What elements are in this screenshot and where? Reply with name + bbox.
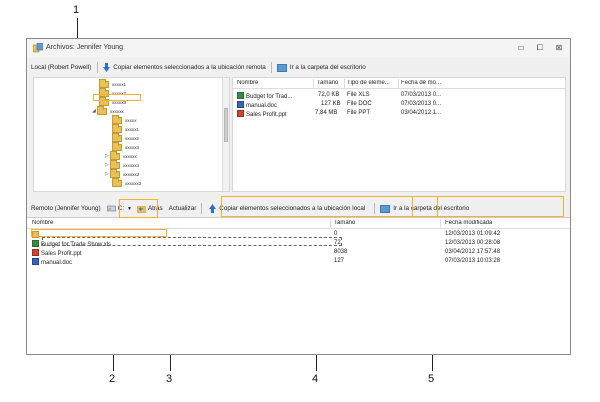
col-size[interactable]: Tamaño [334, 220, 355, 226]
xls-file-icon [32, 240, 39, 247]
callout-1: 1 [73, 4, 80, 16]
tree-scrollbar[interactable] [222, 78, 229, 191]
close-button[interactable]: ⊠ [554, 43, 564, 52]
copy-to-remote-label: Copiar elementos seleccionados a la ubic… [113, 64, 266, 71]
tree-item[interactable]: ◢ xxxxxx [92, 105, 124, 115]
arrow-up-icon [209, 204, 217, 213]
highlight-drive-selector [119, 199, 158, 218]
folder-icon [110, 159, 120, 169]
folder-icon [112, 114, 122, 124]
folder-icon [112, 141, 122, 151]
maximize-button[interactable]: ⧠ [535, 43, 545, 52]
arrow-down-icon [103, 63, 111, 72]
folder-icon [112, 132, 122, 142]
selected-row-focus [42, 237, 342, 246]
col-separator[interactable] [440, 219, 441, 228]
xls-file-icon [237, 92, 244, 99]
list-item[interactable]: manual.doc 127 07/03/2013 10:03:28 [27, 258, 570, 266]
col-separator[interactable] [398, 79, 399, 88]
col-date[interactable]: Fecha de mo... [401, 80, 441, 86]
highlight-copy-to-local [221, 196, 438, 217]
col-name[interactable]: Nombre [237, 80, 258, 86]
col-size[interactable]: Tamaño [317, 80, 338, 86]
doc-file-icon [32, 258, 39, 265]
highlight-parent-folder-row [31, 229, 167, 237]
tree-scroll-thumb[interactable] [224, 108, 228, 142]
local-list-header: Nombre Tamaño Tipo de eleme... Fecha de … [233, 78, 565, 89]
col-separator[interactable] [344, 79, 345, 88]
folder-open-icon [97, 105, 107, 115]
ppt-file-icon [237, 110, 244, 117]
list-item[interactable]: Budget for Trad... 72,0 KB File XLS 07/0… [233, 92, 565, 100]
window-title: Archivos: Jennifer Young [46, 44, 124, 51]
minimize-button[interactable]: ▭ [516, 43, 526, 52]
col-modified[interactable]: Fecha modificada [445, 220, 492, 226]
local-file-list[interactable]: Nombre Tamaño Tipo de eleme... Fecha de … [232, 77, 566, 192]
highlight-local-tree-item [93, 94, 141, 101]
callout-4: 4 [312, 373, 319, 385]
local-desktop-label: Ir a la carpeta del escritorio [289, 64, 366, 71]
app-icon [33, 43, 43, 53]
col-separator[interactable] [330, 219, 331, 228]
local-toolbar: Local (Robert Powell) Copiar elementos s… [27, 61, 369, 74]
folder-icon [112, 123, 122, 133]
doc-file-icon [237, 101, 244, 108]
list-item[interactable]: Sales Profit.ppt 7,84 MB File PPT 03/04/… [233, 110, 565, 118]
drive-icon [106, 205, 116, 212]
callout-3: 3 [166, 373, 173, 385]
title-bar: Archivos: Jennifer Young ▭ ⧠ ⊠ [27, 39, 570, 57]
toolbar-separator [97, 62, 99, 73]
col-type[interactable]: Tipo de eleme... [347, 80, 390, 86]
desktop-folder-icon [276, 63, 287, 72]
toolbar-separator [201, 203, 203, 214]
folder-icon [110, 150, 120, 160]
col-name[interactable]: Nombre [32, 220, 53, 226]
local-desktop-button[interactable]: Ir a la carpeta del escritorio [274, 63, 369, 72]
list-item[interactable]: Sales Profit.ppt 8038 03/04/2012 17:57:4… [27, 249, 570, 257]
local-label: Local (Robert Powell) [31, 64, 92, 71]
toolbar-separator [270, 62, 272, 73]
remote-label: Remoto (Jennifer Young) [31, 205, 101, 212]
refresh-label: Actualizar [168, 205, 197, 212]
callout-5: 5 [428, 373, 435, 385]
copy-to-remote-button[interactable]: Copiar elementos seleccionados a la ubic… [100, 63, 269, 72]
tree-item[interactable]: ▷ xxxxxx2 [105, 168, 139, 178]
tree-item[interactable]: xxxxxx3 [112, 177, 141, 187]
callout-2: 2 [109, 373, 116, 385]
folder-icon [112, 177, 122, 187]
list-item[interactable]: manual.doc 127 KB File DOC 07/03/2013 0.… [233, 101, 565, 109]
folder-icon [110, 168, 120, 178]
remote-list-header: Nombre Tamaño Fecha modificada [27, 218, 570, 229]
col-separator[interactable] [313, 79, 314, 88]
ppt-file-icon [32, 249, 39, 256]
refresh-button[interactable]: Actualizar [166, 205, 200, 212]
folder-icon [99, 78, 109, 88]
highlight-desktop-button [412, 196, 564, 217]
